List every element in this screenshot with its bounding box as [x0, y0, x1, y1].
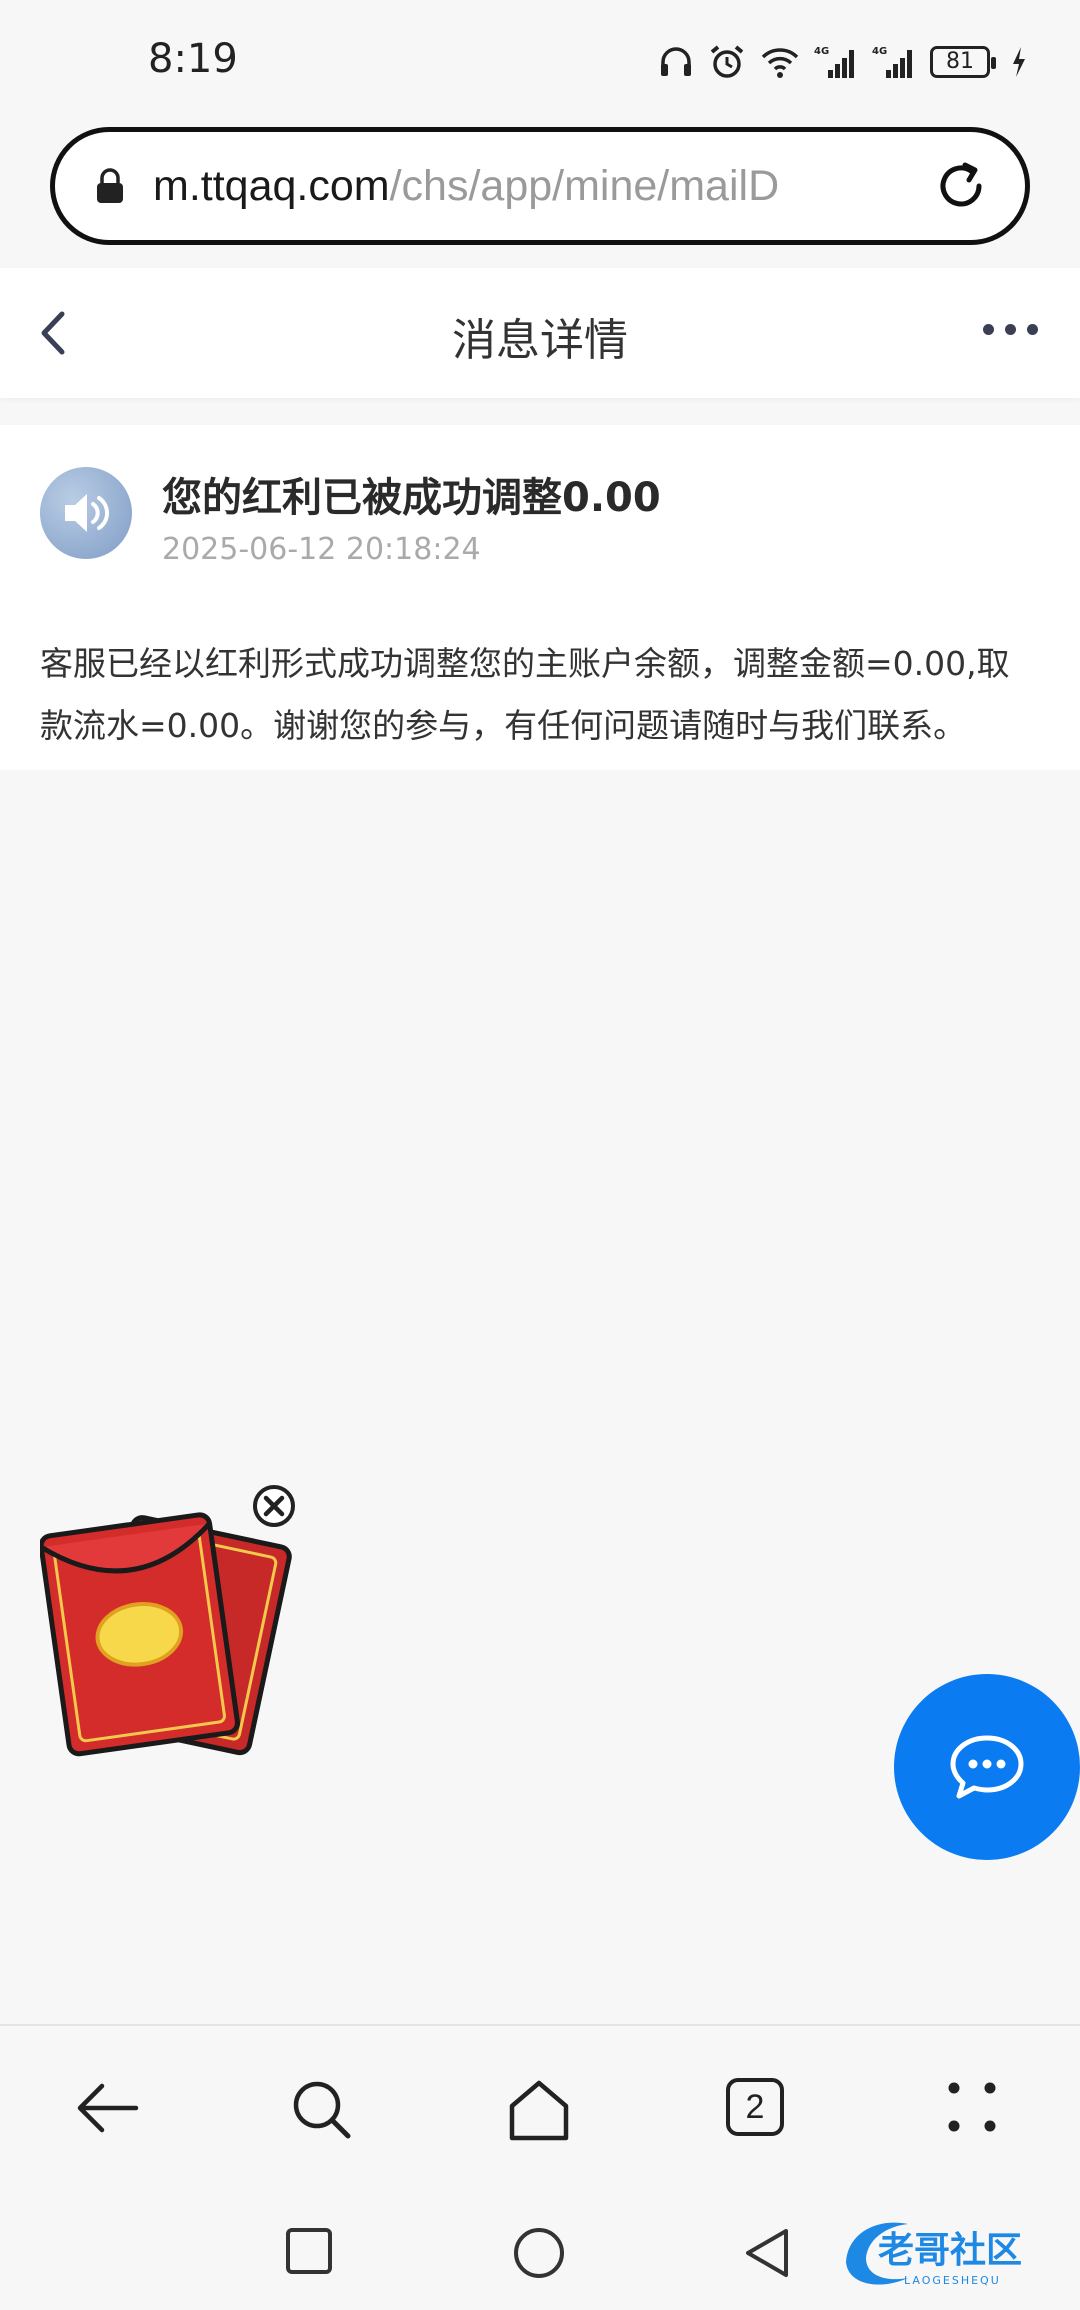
network-label-2: 4G — [872, 46, 887, 57]
message-timestamp: 2025-06-12 20:18:24 — [162, 532, 481, 567]
page-header: 消息详情 — [0, 268, 1080, 398]
message-card: 您的红利已被成功调整0.00 2025-06-12 20:18:24 客服已经以… — [0, 425, 1080, 770]
more-icon[interactable] — [983, 324, 1038, 335]
network-label: 4G — [814, 46, 829, 57]
home-icon[interactable] — [506, 2078, 572, 2142]
page-title: 消息详情 — [452, 315, 628, 366]
message-body: 客服已经以红利形式成功调整您的主账户余额，调整金额=0.00,取款流水=0.00… — [40, 644, 1010, 745]
menu-icon[interactable] — [944, 2078, 1000, 2136]
message-title: 您的红利已被成功调整0.00 — [162, 475, 661, 521]
battery-indicator: 81 — [930, 46, 996, 78]
arrow-back-icon[interactable] — [74, 2078, 140, 2138]
alarm-icon — [710, 45, 744, 78]
url-host: m.ttqaq.com — [153, 161, 390, 210]
watermark-text: 老哥社区 — [878, 2230, 1022, 2271]
lock-icon — [97, 168, 123, 203]
url-text[interactable]: m.ttqaq.com/chs/app/mine/mailD — [153, 162, 901, 211]
status-icons: 4G 4G 81 — [658, 40, 1028, 84]
triangle-icon[interactable] — [742, 2226, 792, 2280]
tabs-button[interactable]: 2 — [726, 2078, 784, 2136]
watermark-logo: 老哥社区 LAOGESHEQU — [846, 2222, 1022, 2287]
headphones-icon — [661, 47, 691, 76]
url-bar[interactable]: m.ttqaq.com/chs/app/mine/mailD — [50, 127, 1030, 245]
speaker-icon — [40, 467, 132, 559]
search-icon[interactable] — [290, 2078, 354, 2142]
charging-icon — [1013, 47, 1025, 77]
chat-icon — [950, 1735, 1024, 1799]
circle-icon[interactable] — [512, 2226, 566, 2280]
reload-icon[interactable] — [931, 156, 991, 216]
watermark-sub: LAOGESHEQU — [904, 2274, 1001, 2287]
signal-icon-2: 4G — [872, 46, 912, 78]
close-icon[interactable] — [252, 1484, 296, 1528]
square-icon[interactable] — [284, 2226, 334, 2276]
status-time: 8:19 — [148, 36, 238, 82]
url-path: /chs/app/mine/mailD — [389, 161, 780, 210]
status-bar: 8:19 4G 4G 81 — [0, 0, 1080, 120]
wifi-icon — [761, 48, 799, 78]
chat-button[interactable] — [894, 1674, 1080, 1860]
signal-icon: 4G — [814, 46, 854, 78]
browser-toolbar: 2 — [0, 2024, 1080, 2194]
